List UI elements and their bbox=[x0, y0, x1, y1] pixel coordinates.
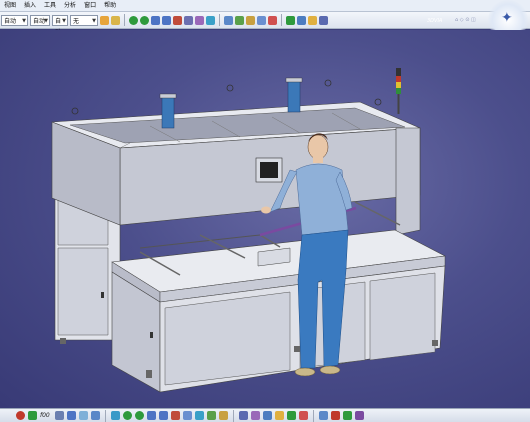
render-icon[interactable] bbox=[354, 411, 364, 420]
menu-analysis[interactable]: 分析 bbox=[60, 0, 80, 11]
chevron-down-icon: ▼ bbox=[62, 17, 66, 24]
annotation-icon[interactable] bbox=[274, 411, 284, 420]
hide-show-icon[interactable] bbox=[235, 15, 244, 25]
control-screen bbox=[260, 162, 278, 178]
lower-door-left bbox=[164, 291, 291, 386]
toolbar-separator bbox=[281, 14, 282, 26]
right-tools: ⌂ ◇ ⊙ ◫ bbox=[455, 17, 476, 23]
fit-all-icon[interactable] bbox=[224, 15, 233, 25]
zoom-out-icon[interactable] bbox=[158, 411, 168, 420]
fit-all-in-icon[interactable] bbox=[110, 411, 120, 420]
none-combo-value: 无 bbox=[73, 17, 80, 25]
layer-combo[interactable]: 自动▼ bbox=[52, 14, 68, 36]
catalog-icon[interactable] bbox=[318, 411, 328, 420]
menu-tools[interactable]: 工具 bbox=[40, 0, 60, 11]
format-painter-icon[interactable] bbox=[111, 15, 120, 25]
record-icon[interactable] bbox=[16, 411, 25, 420]
select-icon[interactable] bbox=[28, 411, 37, 420]
menu-bar: 视图 插入 工具 分析 窗口 帮助 bbox=[0, 0, 530, 12]
paint-brush-icon[interactable] bbox=[100, 15, 109, 25]
update-icon[interactable] bbox=[298, 411, 308, 420]
lower-door-right bbox=[369, 272, 436, 361]
toolbar-separator bbox=[219, 14, 220, 26]
product-icon[interactable] bbox=[66, 411, 76, 420]
section-icon[interactable] bbox=[195, 15, 204, 25]
f00-button[interactable]: f00 bbox=[40, 412, 50, 419]
stop-icon[interactable] bbox=[330, 411, 340, 420]
lineweight-combo[interactable]: 自动 ▼ bbox=[30, 14, 50, 26]
machine-model bbox=[51, 68, 446, 393]
linetype-combo-value: 自动 bbox=[4, 17, 17, 25]
ds-logo: 3DVIA bbox=[427, 18, 442, 24]
menu-help[interactable]: 帮助 bbox=[100, 0, 120, 11]
rotate-icon[interactable] bbox=[134, 411, 144, 420]
catalog-icon[interactable] bbox=[308, 15, 317, 25]
rotate-icon[interactable] bbox=[140, 15, 149, 25]
chevron-down-icon: ▼ bbox=[44, 17, 48, 24]
measure-icon[interactable] bbox=[184, 15, 193, 25]
signal-tower-top bbox=[396, 68, 401, 76]
measure-icon[interactable] bbox=[238, 411, 248, 420]
menu-window[interactable]: 窗口 bbox=[80, 0, 100, 11]
toolbar-separator bbox=[312, 409, 314, 422]
normal-view-icon[interactable] bbox=[173, 15, 182, 25]
toolbar-separator bbox=[104, 409, 106, 422]
bottom-toolbar: f00 bbox=[0, 408, 530, 422]
compass-mark-icon: ✦ bbox=[501, 10, 513, 26]
linetype-combo[interactable]: 自动 ▼ bbox=[1, 14, 28, 26]
zoom-in-icon[interactable] bbox=[146, 411, 156, 420]
pan-icon[interactable] bbox=[129, 15, 138, 25]
swap-visible-icon[interactable] bbox=[218, 411, 228, 420]
part-icon[interactable] bbox=[54, 411, 64, 420]
section-icon[interactable] bbox=[250, 411, 260, 420]
cylinder-right bbox=[287, 79, 301, 113]
3d-viewport[interactable] bbox=[0, 30, 530, 408]
fly-mode-icon[interactable] bbox=[90, 411, 100, 420]
chevron-down-icon: ▼ bbox=[92, 17, 96, 24]
assembly-icon[interactable] bbox=[286, 15, 295, 25]
render-style-icon[interactable] bbox=[206, 15, 215, 25]
view-mode-icon[interactable] bbox=[257, 15, 266, 25]
snap-icon[interactable] bbox=[319, 15, 328, 25]
none-combo[interactable]: 无 ▼ bbox=[70, 14, 98, 26]
normal-view-icon[interactable] bbox=[170, 411, 180, 420]
constraint-icon[interactable] bbox=[297, 15, 306, 25]
constraint-icon[interactable] bbox=[286, 411, 296, 420]
zoom-in-icon[interactable] bbox=[151, 15, 160, 25]
shading-icon[interactable] bbox=[194, 411, 204, 420]
chevron-down-icon: ▼ bbox=[22, 17, 26, 24]
clash-icon[interactable] bbox=[262, 411, 272, 420]
play-icon[interactable] bbox=[342, 411, 352, 420]
main-toolbar: 自动▼ 自动▼ 自动▼ 无▼ bbox=[0, 12, 530, 36]
menu-view[interactable]: 视图 bbox=[0, 0, 20, 11]
ds-logo-text: 3DVIA bbox=[427, 18, 443, 24]
search-icon[interactable] bbox=[78, 411, 88, 420]
toolbar-separator bbox=[124, 14, 125, 26]
menu-insert[interactable]: 插入 bbox=[20, 0, 40, 11]
swap-visible-icon[interactable] bbox=[246, 15, 255, 25]
cylinder-left bbox=[161, 95, 175, 129]
pan-icon[interactable] bbox=[122, 411, 132, 420]
update-icon[interactable] bbox=[268, 15, 277, 25]
hide-show-icon[interactable] bbox=[206, 411, 216, 420]
toolbar-separator bbox=[232, 409, 234, 422]
left-cabinet-door-lower bbox=[57, 247, 109, 336]
zoom-out-icon[interactable] bbox=[162, 15, 171, 25]
view-cube-icon[interactable] bbox=[182, 411, 192, 420]
